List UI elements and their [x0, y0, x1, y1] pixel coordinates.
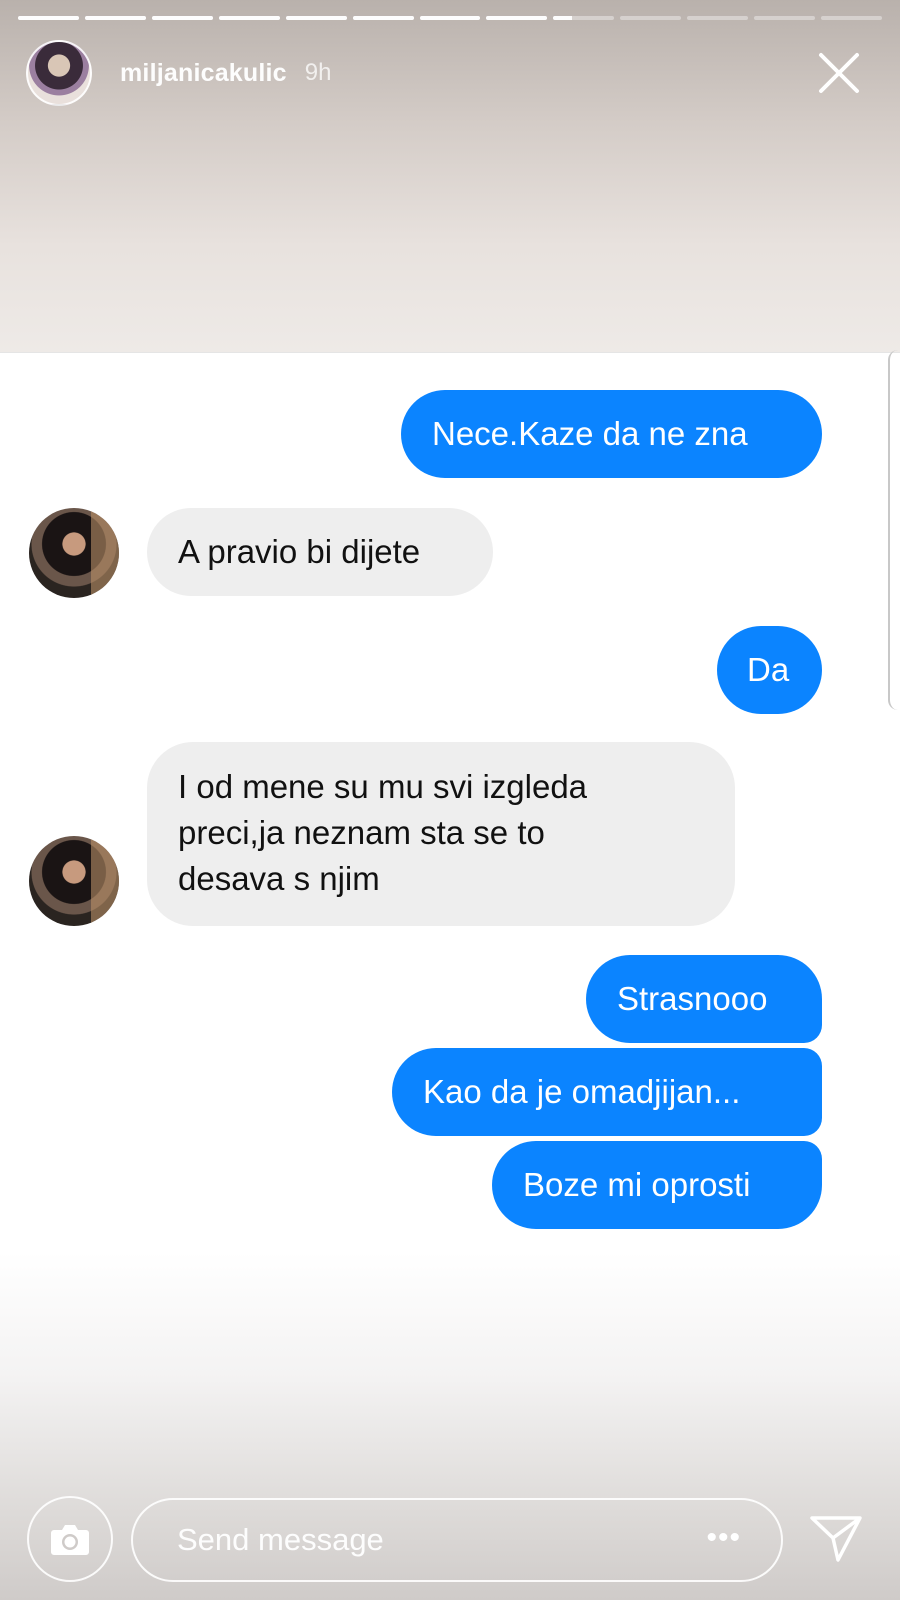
progress-segment [218, 16, 280, 20]
progress-fill [218, 16, 280, 20]
progress-segment [620, 16, 682, 20]
message-bubble-outgoing: Nece.Kaze da ne zna [401, 390, 822, 478]
progress-segment [151, 16, 213, 20]
story-header: miljanicakulic 9h [26, 38, 331, 108]
message-bubble-outgoing: Boze mi oprosti [492, 1141, 822, 1229]
progress-segment [419, 16, 481, 20]
camera-icon [51, 1525, 89, 1555]
progress-fill [352, 16, 414, 20]
progress-fill [486, 16, 548, 20]
message-text: Strasnooo [617, 980, 768, 1017]
progress-fill [18, 16, 79, 20]
message-text: Nece.Kaze da ne zna [432, 415, 748, 452]
message-text: Da [747, 651, 790, 688]
close-button[interactable] [816, 50, 862, 96]
story-background-top: miljanicakulic 9h [0, 0, 900, 352]
send-message-placeholder: Send message [177, 1522, 384, 1557]
message-bubble-outgoing: Kao da je omadjijan... [392, 1048, 822, 1136]
message-text: Boze mi oprosti [523, 1166, 751, 1203]
story-timestamp: 9h [304, 59, 332, 86]
send-button[interactable] [808, 1510, 864, 1566]
progress-fill [553, 16, 572, 20]
story-progress-bar [18, 16, 882, 21]
message-bubble-incoming: I od mene su mu svi izgleda preci,ja nez… [147, 742, 735, 926]
progress-segment [821, 16, 882, 20]
progress-fill [151, 16, 213, 20]
progress-segment [352, 16, 414, 20]
progress-fill [419, 16, 481, 20]
progress-segment [486, 16, 548, 20]
progress-segment [754, 16, 816, 20]
progress-fill [285, 16, 347, 20]
message-bubble-outgoing: Da [717, 626, 822, 714]
progress-segment [84, 16, 146, 20]
progress-segment [553, 16, 615, 20]
contact-avatar [29, 508, 119, 598]
message-text: Kao da je omadjijan... [423, 1073, 741, 1110]
message-bubble-incoming: A pravio bi dijete [147, 508, 493, 596]
camera-button[interactable] [27, 1496, 113, 1582]
progress-segment [687, 16, 749, 20]
message-text: I od mene su mu svi izgleda preci,ja nez… [178, 768, 588, 897]
story-username[interactable]: miljanicakulic [120, 59, 287, 88]
close-icon [819, 53, 859, 93]
progress-segment [18, 16, 79, 20]
contact-avatar [29, 836, 119, 926]
send-icon [810, 1516, 862, 1562]
more-icon[interactable]: ••• [706, 1523, 741, 1553]
progress-segment [285, 16, 347, 20]
progress-fill [84, 16, 146, 20]
send-message-input[interactable]: Send message ••• [131, 1498, 783, 1582]
story-avatar[interactable] [26, 40, 92, 106]
scroll-indicator [888, 350, 900, 710]
message-text: A pravio bi dijete [178, 533, 421, 570]
message-bubble-outgoing: Strasnooo [586, 955, 822, 1043]
